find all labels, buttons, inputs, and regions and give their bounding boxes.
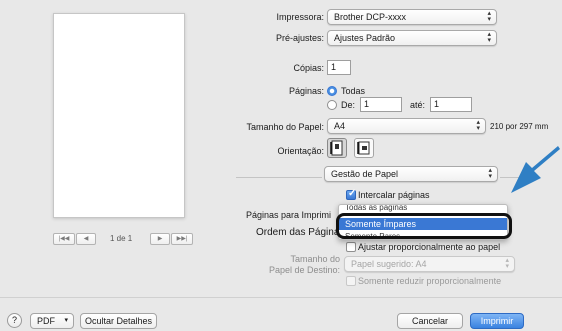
help-label: ? bbox=[11, 315, 17, 325]
pages-to-input[interactable]: 1 bbox=[430, 97, 472, 112]
paper-size-label: Tamanho do Papel: bbox=[246, 122, 324, 132]
chevron-down-icon: ▾ bbox=[64, 317, 68, 324]
presets-select[interactable]: Ajustes Padrão ▴ ▾ bbox=[327, 30, 497, 46]
updown-icon: ▴ ▾ bbox=[476, 119, 480, 132]
paper-size-select[interactable]: A4 ▴ ▾ bbox=[327, 118, 486, 134]
landscape-icon bbox=[357, 141, 370, 155]
pages-all-radio[interactable] bbox=[327, 86, 337, 96]
paper-size-dims: 210 por 297 mm bbox=[490, 122, 549, 131]
printer-select[interactable]: Brother DCP-xxxx ▴ ▾ bbox=[327, 9, 497, 25]
pdf-label: PDF bbox=[37, 316, 55, 326]
dest-paper-value: Papel sugerido: A4 bbox=[351, 259, 427, 269]
section-separator-left bbox=[236, 177, 322, 178]
reduce-only-label: Somente reduzir proporcionalmente bbox=[358, 276, 502, 286]
portrait-orientation-button[interactable] bbox=[327, 138, 347, 158]
pages-range-radio[interactable] bbox=[327, 100, 337, 110]
page-preview bbox=[53, 13, 185, 218]
paper-size-value: A4 bbox=[334, 121, 346, 131]
page-counter: 1 de 1 bbox=[110, 234, 133, 243]
page-order-label: Ordem das Página bbox=[256, 227, 340, 238]
menu-item-all-pages[interactable]: Todas as páginas bbox=[345, 205, 407, 212]
pages-to-print-label: Páginas para Imprimi bbox=[246, 210, 332, 220]
hide-details-button[interactable]: Ocultar Detalhes bbox=[80, 313, 157, 329]
callout-arrow-icon bbox=[511, 146, 560, 193]
collate-checkbox[interactable] bbox=[346, 188, 356, 200]
updown-icon: ▴ ▾ bbox=[488, 167, 492, 180]
updown-icon: ▴ ▾ bbox=[505, 257, 509, 270]
help-button[interactable]: ? bbox=[7, 313, 22, 328]
pages-from-input[interactable]: 1 bbox=[360, 97, 402, 112]
portrait-icon bbox=[330, 140, 343, 156]
pages-to-label: até: bbox=[410, 100, 426, 110]
dest-paper-select[interactable]: Papel sugerido: A4 ▴ ▾ bbox=[344, 256, 515, 272]
last-page-button[interactable]: ▶▶| bbox=[171, 233, 193, 245]
presets-value: Ajustes Padrão bbox=[334, 33, 396, 43]
first-page-button[interactable]: |◀◀ bbox=[53, 233, 75, 245]
section-value: Gestão de Papel bbox=[331, 169, 399, 179]
footer-separator bbox=[0, 297, 562, 298]
pages-all-label: Todas bbox=[341, 86, 366, 96]
pdf-menu-button[interactable]: PDF ▾ bbox=[30, 313, 74, 329]
selection-highlight-ring bbox=[336, 213, 512, 239]
prev-page-button[interactable]: ◀ bbox=[76, 233, 96, 245]
print-button[interactable]: Imprimir bbox=[470, 313, 524, 329]
presets-label: Pré-ajustes: bbox=[275, 33, 324, 43]
landscape-orientation-button[interactable] bbox=[354, 138, 374, 158]
dest-paper-label-2: Papel de Destino: bbox=[268, 265, 340, 275]
updown-icon: ▴ ▾ bbox=[487, 31, 491, 44]
printer-value: Brother DCP-xxxx bbox=[334, 12, 407, 22]
scale-to-paper-label: Ajustar proporcionalmente ao papel bbox=[358, 242, 501, 252]
printer-label: Impressora: bbox=[276, 12, 324, 22]
updown-icon: ▴ ▾ bbox=[487, 10, 491, 23]
collate-label: Intercalar páginas bbox=[358, 190, 430, 200]
section-select[interactable]: Gestão de Papel ▴ ▾ bbox=[324, 166, 498, 182]
reduce-only-checkbox[interactable] bbox=[346, 276, 356, 286]
pages-from-label: De: bbox=[341, 100, 356, 110]
scale-to-paper-checkbox[interactable] bbox=[346, 242, 356, 252]
copies-label: Cópias: bbox=[293, 63, 324, 73]
cancel-button[interactable]: Cancelar bbox=[397, 313, 463, 329]
copies-input[interactable]: 1 bbox=[327, 60, 351, 75]
pages-label: Páginas: bbox=[288, 86, 324, 96]
next-page-button[interactable]: ▶ bbox=[150, 233, 170, 245]
dest-paper-label-1: Tamanho do bbox=[290, 254, 340, 264]
orientation-label: Orientação: bbox=[277, 146, 324, 156]
